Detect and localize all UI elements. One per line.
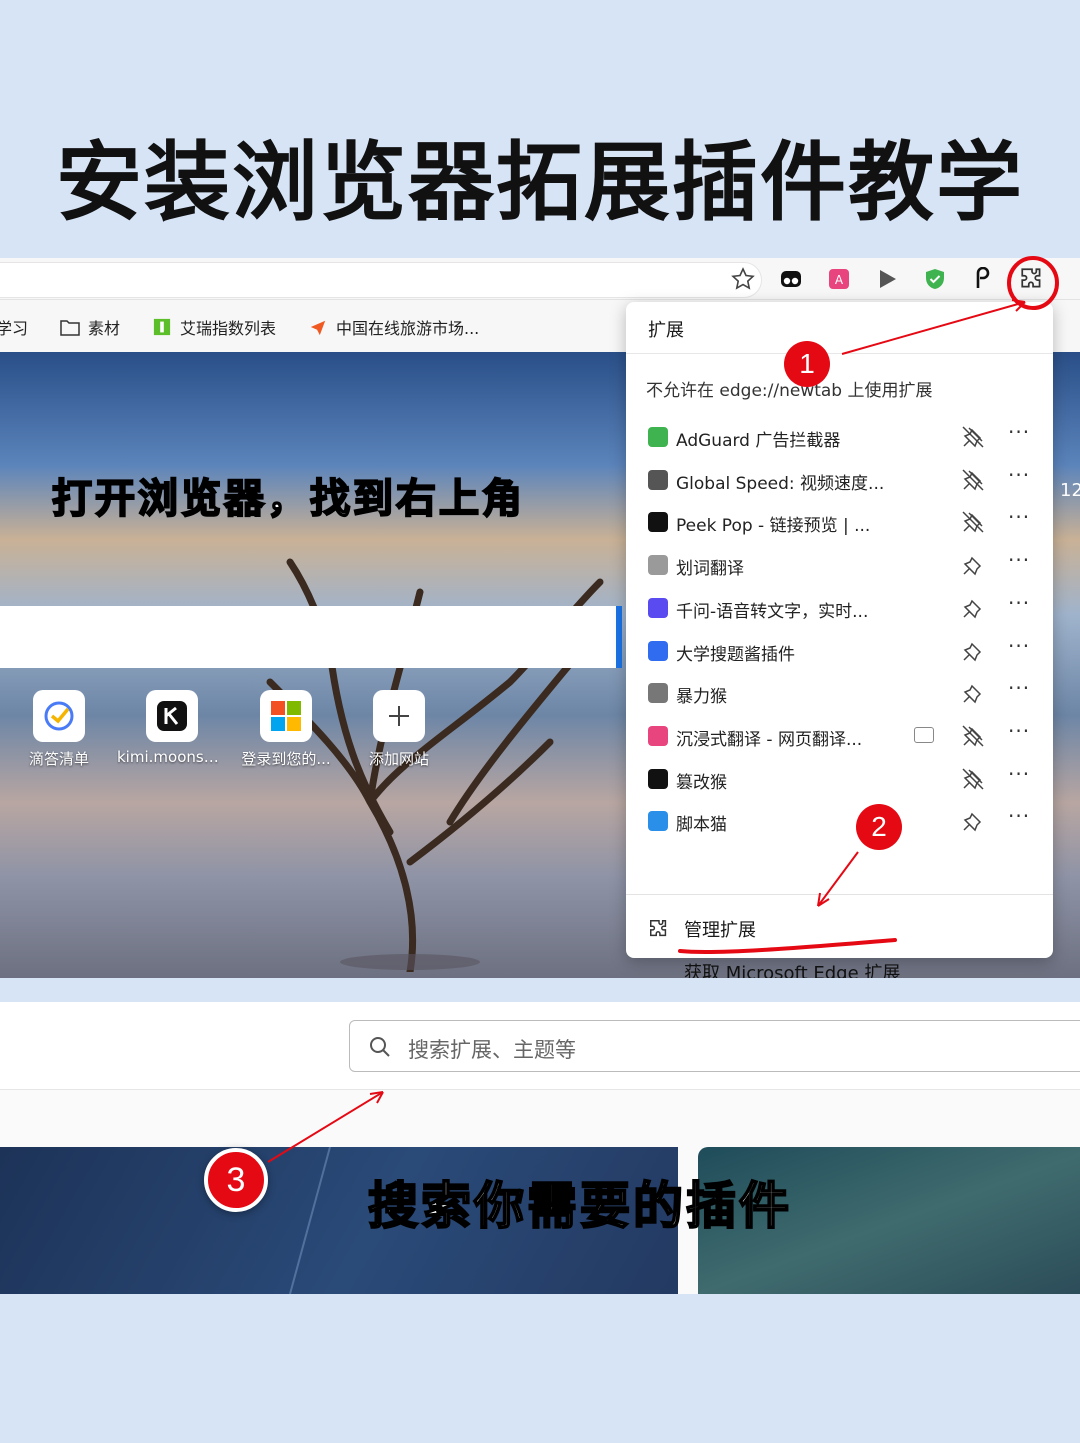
step1-caption: 打开浏览器，找到右上角 xyxy=(51,475,525,523)
extension-name: AdGuard 广告拦截器 xyxy=(676,431,841,451)
sidebar-toggle-icon[interactable] xyxy=(914,726,934,743)
scriptcat-icon xyxy=(648,811,668,832)
immersive-translate-icon[interactable]: A xyxy=(824,264,854,294)
more-options-button[interactable]: ··· xyxy=(1008,762,1030,786)
page-title: 安装浏览器拓展插件教学 xyxy=(56,133,1024,233)
browser-toolbar: A xyxy=(0,258,1080,300)
play-triangle-icon xyxy=(648,469,668,490)
extension-name: 脚本猫 xyxy=(676,815,727,836)
search-question-icon xyxy=(648,640,668,661)
favorite-star-icon[interactable] xyxy=(728,264,758,294)
tampermonkey-icon[interactable] xyxy=(776,264,806,294)
manage-extensions-button[interactable]: 管理扩展 xyxy=(648,916,756,942)
extension-item[interactable]: 沉浸式翻译 - 网页翻译... ··· xyxy=(626,715,1053,757)
new-tab-search-box[interactable] xyxy=(0,606,622,668)
extension-name: 暴力猴 xyxy=(676,687,727,708)
extension-item[interactable]: Peek Pop - 链接预览 | ... ··· xyxy=(626,501,1053,543)
get-edge-extensions-link[interactable]: 获取 Microsoft Edge 扩展 xyxy=(684,959,900,978)
peek-pop-icon xyxy=(648,512,668,533)
pin-icon[interactable] xyxy=(960,552,986,578)
unpin-icon[interactable] xyxy=(960,509,986,535)
extension-item[interactable]: 划词翻译 ··· xyxy=(626,544,1053,586)
quick-link-add-site[interactable]: 添加网站 xyxy=(344,690,454,769)
extensions-menu: 扩展 不允许在 edge://newtab 上使用扩展 AdGuard 广告拦截… xyxy=(626,302,1053,978)
extension-item[interactable]: 篡改猴 ··· xyxy=(626,758,1053,800)
pin-icon[interactable] xyxy=(960,808,986,834)
unpin-icon[interactable] xyxy=(960,467,986,493)
extension-item[interactable]: 暴力猴 ··· xyxy=(626,672,1053,714)
extension-name: 篡改猴 xyxy=(676,772,727,793)
extension-item[interactable]: 千问-语音转文字，实时... ··· xyxy=(626,587,1053,629)
more-options-button[interactable]: ··· xyxy=(1008,804,1030,828)
browser-screenshot: A 学习 素材 艾瑞指数列表 中国在线旅游市场... 打开浏览器，找到右上角 1… xyxy=(0,258,1080,978)
bookmark-folder-study[interactable]: 学习 xyxy=(0,315,28,339)
more-options-button[interactable]: ··· xyxy=(1008,676,1030,700)
step-badge-2: 2 xyxy=(856,804,902,850)
more-options-button[interactable]: ··· xyxy=(1008,463,1030,487)
global-speed-icon[interactable] xyxy=(872,264,902,294)
search-icon xyxy=(370,1037,390,1057)
unpin-icon[interactable] xyxy=(960,723,986,749)
unpin-icon[interactable] xyxy=(960,766,986,792)
bookmark-travel-market[interactable]: 中国在线旅游市场... xyxy=(308,315,479,339)
puzzle-icon xyxy=(650,920,667,937)
bookmark-iresearch[interactable]: 艾瑞指数列表 xyxy=(152,315,276,339)
iresearch-icon xyxy=(153,318,171,336)
search-placeholder: 搜索扩展、主题等 xyxy=(408,1038,576,1062)
plus-icon xyxy=(373,690,425,742)
extension-item[interactable]: AdGuard 广告拦截器 ··· xyxy=(626,416,1053,458)
svg-text:A: A xyxy=(835,273,844,287)
step-badge-3: 3 xyxy=(204,1148,268,1212)
pin-icon[interactable] xyxy=(960,638,986,664)
extension-name: 沉浸式翻译 - 网页翻译... xyxy=(676,729,863,750)
violentmonkey-icon xyxy=(648,683,668,704)
extension-item[interactable]: Global Speed: 视频速度... ··· xyxy=(626,459,1053,501)
more-options-button[interactable]: ··· xyxy=(1008,548,1030,572)
immersive-translate-icon xyxy=(648,725,668,746)
extension-name: Global Speed: 视频速度... xyxy=(676,473,885,494)
extension-name: 千问-语音转文字，实时... xyxy=(676,601,869,622)
microsoft-icon xyxy=(260,690,312,742)
more-options-button[interactable]: ··· xyxy=(1008,634,1030,658)
extension-item[interactable]: 大学搜题酱插件 ··· xyxy=(626,630,1053,672)
more-options-button[interactable]: ··· xyxy=(1008,719,1030,743)
unpin-icon[interactable] xyxy=(960,424,986,450)
store-header: 搜索扩展、主题等 xyxy=(0,1002,1080,1090)
extension-name: 划词翻译 xyxy=(676,559,744,580)
extensions-puzzle-icon[interactable] xyxy=(1017,264,1047,294)
bird-logo-icon xyxy=(310,320,326,336)
pin-icon[interactable] xyxy=(960,595,986,621)
step3-caption: 搜索你需要的插件 xyxy=(367,1176,792,1236)
more-options-button[interactable]: ··· xyxy=(1008,420,1030,444)
peek-pop-icon[interactable] xyxy=(968,264,998,294)
bookmark-folder-materials[interactable]: 素材 xyxy=(60,315,120,339)
quick-link-ticktick[interactable]: 滴答清单 xyxy=(4,690,114,769)
tampermonkey-icon xyxy=(648,768,668,789)
extension-name: 大学搜题酱插件 xyxy=(676,644,795,665)
adguard-shield-icon xyxy=(648,427,668,447)
divider xyxy=(626,894,1053,895)
quick-link-kimi[interactable]: kimi.moonsh... xyxy=(117,690,227,766)
adguard-shield-icon[interactable] xyxy=(920,264,950,294)
translate-icon xyxy=(648,555,668,576)
more-options-button[interactable]: ··· xyxy=(1008,505,1030,529)
addons-store-screenshot: 搜索扩展、主题等 搜索你需要的插件 xyxy=(0,1002,1080,1294)
kimi-icon xyxy=(146,690,198,742)
address-bar[interactable] xyxy=(0,262,762,298)
quick-link-microsoft[interactable]: 登录到您的... xyxy=(231,690,341,769)
clock-text: 12 xyxy=(1060,480,1080,501)
pin-icon[interactable] xyxy=(960,680,986,706)
extension-search-input[interactable]: 搜索扩展、主题等 xyxy=(349,1020,1080,1072)
more-options-button[interactable]: ··· xyxy=(1008,591,1030,615)
qianwen-icon xyxy=(648,597,668,618)
extension-name: Peek Pop - 链接预览 | ... xyxy=(676,516,871,537)
folder-icon xyxy=(60,320,80,336)
extension-item[interactable]: 脚本猫 ··· xyxy=(626,800,1053,842)
step-badge-1: 1 xyxy=(784,341,830,387)
ticktick-icon xyxy=(33,690,85,742)
extensions-menu-title: 扩展 xyxy=(626,302,1053,354)
